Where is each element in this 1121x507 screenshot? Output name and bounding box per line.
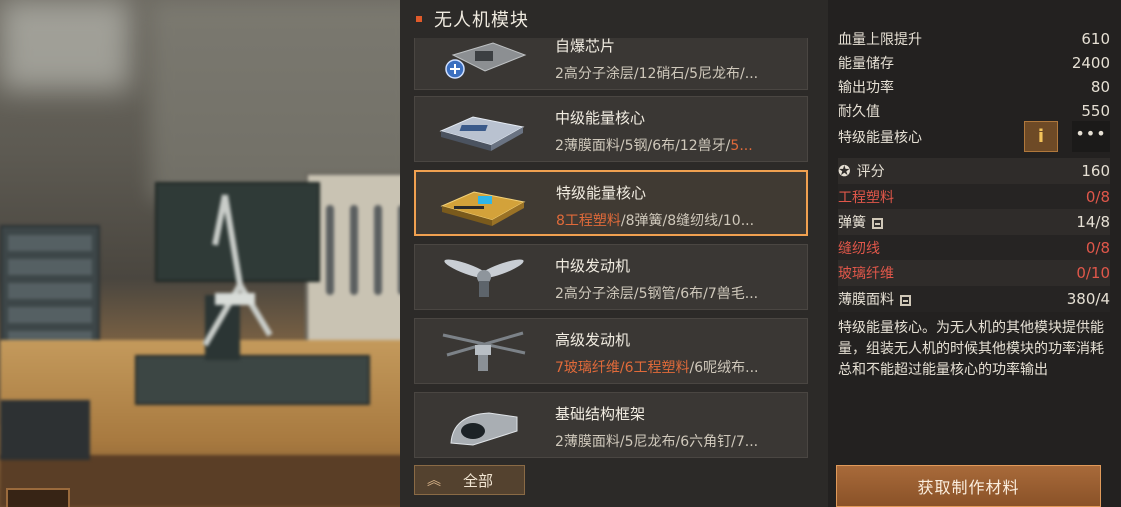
panel-title: 无人机模块 xyxy=(434,10,529,31)
item-name: 特级能量核心 xyxy=(556,184,647,202)
item-materials: 7玻璃纤维/6工程塑料/6呢绒布... xyxy=(555,360,759,376)
selected-item-name: 特级能量核心 xyxy=(838,130,922,146)
gold-battery-icon xyxy=(440,191,526,226)
item-materials: 8工程塑料/8弹簧/8缝纫线/10... xyxy=(556,213,755,229)
list-item[interactable]: 自爆芯片 2高分子涂层/12硝石/5尼龙布/... xyxy=(414,38,808,90)
bench-block xyxy=(0,400,90,460)
title-marker-icon xyxy=(416,16,422,22)
window-light xyxy=(0,0,130,90)
star-icon: ✪ xyxy=(838,162,851,180)
requirement-row: 弹簧 14/8 xyxy=(838,209,1110,235)
module-panel: 无人机模块 自爆芯片 2高分子涂层/12硝石/5尼龙布/... 中级能量核心 2… xyxy=(400,0,828,507)
list-item[interactable]: 中级能量核心 2薄膜面料/5钢/6布/12兽牙/5... xyxy=(414,96,808,162)
workshop-background xyxy=(0,0,420,507)
back-button[interactable] xyxy=(6,488,70,507)
chevron-up-icon: ︽ xyxy=(427,473,441,489)
list-item[interactable]: 基础结构框架 2薄膜面料/5尼龙布/6六角钉/7... xyxy=(414,392,808,458)
item-detail-panel: 血量上限提升 610 能量储存 2400 输出功率 80 耐久值 550 特级能量核心 … xyxy=(828,0,1121,507)
item-materials: 2高分子涂层/12硝石/5尼龙布/... xyxy=(555,66,759,82)
battery-icon xyxy=(439,116,525,151)
propeller-icon xyxy=(444,259,524,297)
selected-item-header: 特级能量核心 i ••• xyxy=(838,120,1110,154)
item-materials: 2薄膜面料/5尼龙布/6六角钉/7... xyxy=(555,434,759,450)
storage-box-icon xyxy=(900,294,911,306)
drone-arm-illustration xyxy=(202,194,273,347)
info-button[interactable]: i xyxy=(1024,121,1058,152)
requirement-row: 薄膜面料 380/4 xyxy=(838,286,1110,312)
item-materials: 2薄膜面料/5钢/6布/12兽牙/5... xyxy=(555,138,753,154)
requirement-row: 玻璃纤维 0/10 xyxy=(838,260,1110,286)
back-wall xyxy=(150,0,420,200)
panel-header: 无人机模块 xyxy=(400,0,828,38)
stat-power: 输出功率 80 xyxy=(838,78,1110,96)
chip-icon xyxy=(445,42,527,79)
more-options-button[interactable]: ••• xyxy=(1072,121,1110,152)
list-item[interactable]: 中级发动机 2高分子涂层/5钢管/6布/7兽毛... xyxy=(414,244,808,310)
item-name: 中级发动机 xyxy=(555,257,631,275)
rotor-icon xyxy=(442,331,526,371)
requirement-row: 缝纫线 0/8 xyxy=(838,235,1110,261)
storage-box-icon xyxy=(872,217,883,229)
machine-base xyxy=(135,355,370,405)
module-list[interactable]: 自爆芯片 2高分子涂层/12硝石/5尼龙布/... 中级能量核心 2薄膜面料/5… xyxy=(414,38,808,458)
item-name: 基础结构框架 xyxy=(555,405,646,423)
item-name: 高级发动机 xyxy=(555,331,631,349)
stat-score: ✪ 评分 160 xyxy=(838,158,1110,184)
stat-hp: 血量上限提升 610 xyxy=(838,30,1110,48)
item-materials: 2高分子涂层/5钢管/6布/7兽毛... xyxy=(555,286,759,302)
item-description: 特级能量核心。为无人机的其他模块提供能量，组装无人机的时候其他模块的功率消耗总和… xyxy=(838,320,1104,378)
item-name: 自爆芯片 xyxy=(555,38,616,55)
item-name: 中级能量核心 xyxy=(555,109,646,127)
stat-energy: 能量储存 2400 xyxy=(838,54,1110,72)
list-item-selected[interactable]: 特级能量核心 8工程塑料/8弹簧/8缝纫线/10... xyxy=(414,170,808,236)
get-materials-button[interactable]: 获取制作材料 xyxy=(836,465,1101,507)
filter-all-label: 全部 xyxy=(463,471,494,490)
list-item[interactable]: 高级发动机 7玻璃纤维/6工程塑料/6呢绒布... xyxy=(414,318,808,384)
frame-icon xyxy=(450,412,518,446)
requirement-row: 工程塑料 0/8 xyxy=(838,184,1110,210)
filter-all-button[interactable]: ︽ 全部 xyxy=(414,465,525,495)
